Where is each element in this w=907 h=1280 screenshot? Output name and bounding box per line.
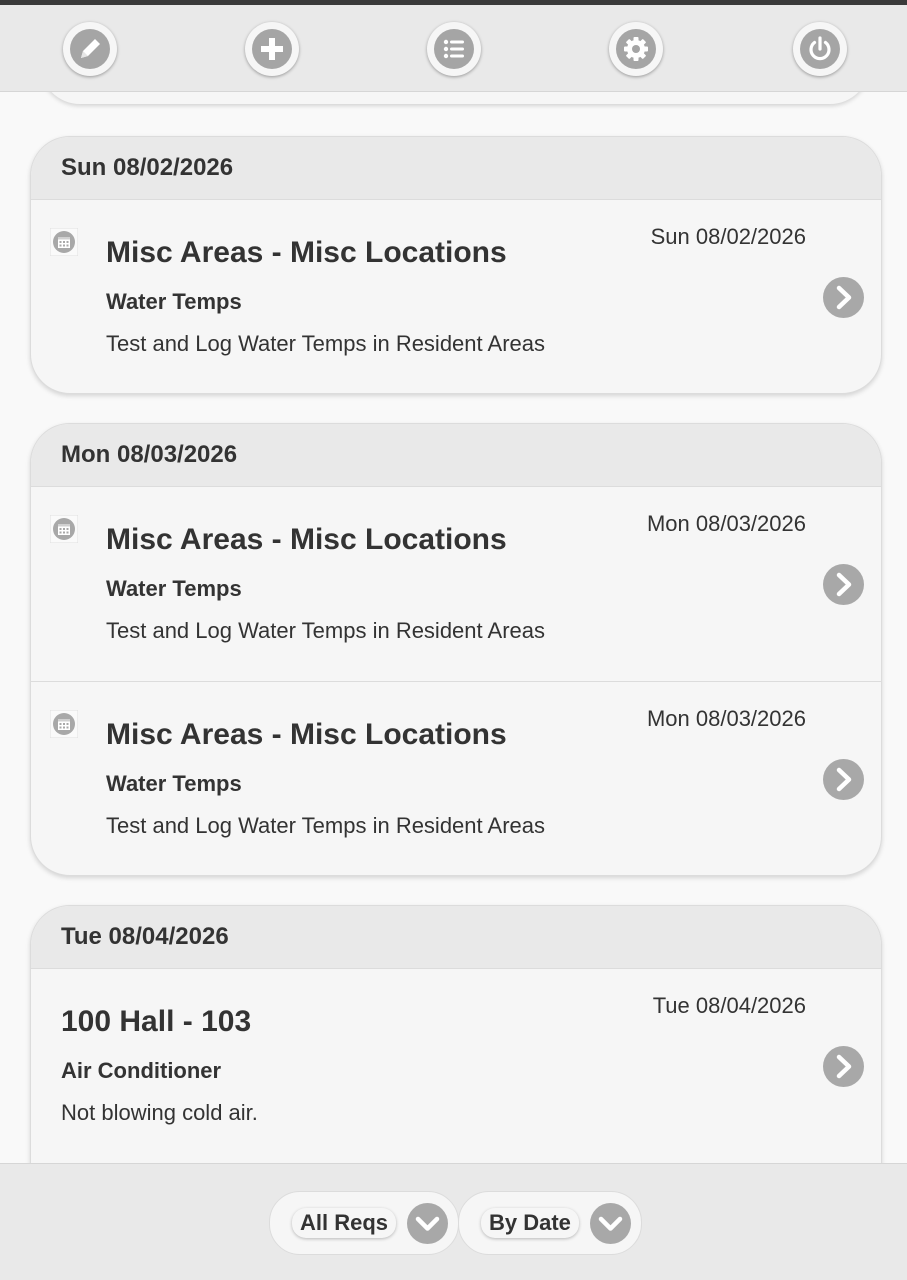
item-date: Mon 08/03/2026 (646, 511, 806, 536)
item-description: Test and Log Water Temps in Resident Are… (106, 618, 546, 643)
calendar-icon (50, 228, 78, 256)
filter-dropdown-toggle[interactable] (407, 1203, 448, 1244)
item-description: Test and Log Water Temps in Resident Are… (106, 813, 546, 838)
list-icon (443, 39, 464, 59)
footer-bar: All Reqs By Date (0, 1163, 907, 1280)
chevron-right-icon (836, 285, 852, 310)
gear-icon (624, 37, 648, 61)
chevron-down-icon (415, 1216, 440, 1231)
request-list[interactable]: Sun 08/02/2026 Sun 08/02/2026 Misc Areas… (0, 92, 907, 1163)
plus-icon (261, 38, 283, 60)
header-toolbar (0, 5, 907, 92)
settings-button[interactable] (609, 22, 663, 76)
item-description: Test and Log Water Temps in Resident Are… (106, 331, 546, 356)
previous-card-edge (40, 92, 870, 104)
item-date: Sun 08/02/2026 (650, 224, 806, 249)
open-item-button[interactable] (823, 277, 864, 318)
item-subtitle: Water Temps (106, 771, 242, 796)
item-date: Mon 08/03/2026 (646, 706, 806, 731)
sort-dropdown-toggle[interactable] (590, 1203, 631, 1244)
list-item[interactable]: Tue 08/04/2026 100 Hall - 103 Air Condit… (31, 969, 881, 1163)
add-button[interactable] (245, 22, 299, 76)
chevron-right-icon (836, 572, 852, 597)
power-icon (809, 36, 831, 61)
edit-button[interactable] (63, 22, 117, 76)
list-button[interactable] (427, 22, 481, 76)
item-title: Misc Areas - Misc Locations (106, 236, 507, 269)
list-item[interactable]: Mon 08/03/2026 Misc Areas - Misc Locatio… (31, 487, 881, 682)
chevron-down-icon (598, 1216, 623, 1231)
date-group: Mon 08/03/2026 Mon 08/03/2026 Misc Areas… (30, 423, 882, 876)
group-header: Tue 08/04/2026 (31, 906, 881, 969)
date-group: Tue 08/04/2026 Tue 08/04/2026 100 Hall -… (30, 905, 882, 1163)
chevron-right-icon (836, 1054, 852, 1079)
logout-button[interactable] (793, 22, 847, 76)
item-title: Misc Areas - Misc Locations (106, 523, 507, 556)
filter-label: All Reqs (292, 1208, 397, 1238)
pencil-icon (81, 39, 100, 58)
calendar-icon (50, 710, 78, 738)
item-description: Not blowing cold air. (61, 1100, 258, 1125)
item-title: Misc Areas - Misc Locations (106, 718, 507, 751)
calendar-icon (50, 515, 78, 543)
chevron-right-icon (836, 767, 852, 792)
open-item-button[interactable] (823, 759, 864, 800)
group-header: Sun 08/02/2026 (31, 137, 881, 200)
list-item[interactable]: Sun 08/02/2026 Misc Areas - Misc Locatio… (31, 200, 881, 393)
date-group: Sun 08/02/2026 Sun 08/02/2026 Misc Areas… (30, 136, 882, 394)
item-subtitle: Water Temps (106, 289, 242, 314)
open-item-button[interactable] (823, 564, 864, 605)
item-title: 100 Hall - 103 (61, 1005, 252, 1038)
sort-dropdown[interactable]: By Date (458, 1191, 642, 1255)
filter-dropdown[interactable]: All Reqs (269, 1191, 459, 1255)
group-header: Mon 08/03/2026 (31, 424, 881, 487)
list-item[interactable]: Mon 08/03/2026 Misc Areas - Misc Locatio… (31, 682, 881, 875)
item-date: Tue 08/04/2026 (652, 993, 806, 1018)
item-subtitle: Air Conditioner (61, 1058, 222, 1083)
item-subtitle: Water Temps (106, 576, 242, 601)
open-item-button[interactable] (823, 1046, 864, 1087)
sort-label: By Date (481, 1208, 579, 1238)
